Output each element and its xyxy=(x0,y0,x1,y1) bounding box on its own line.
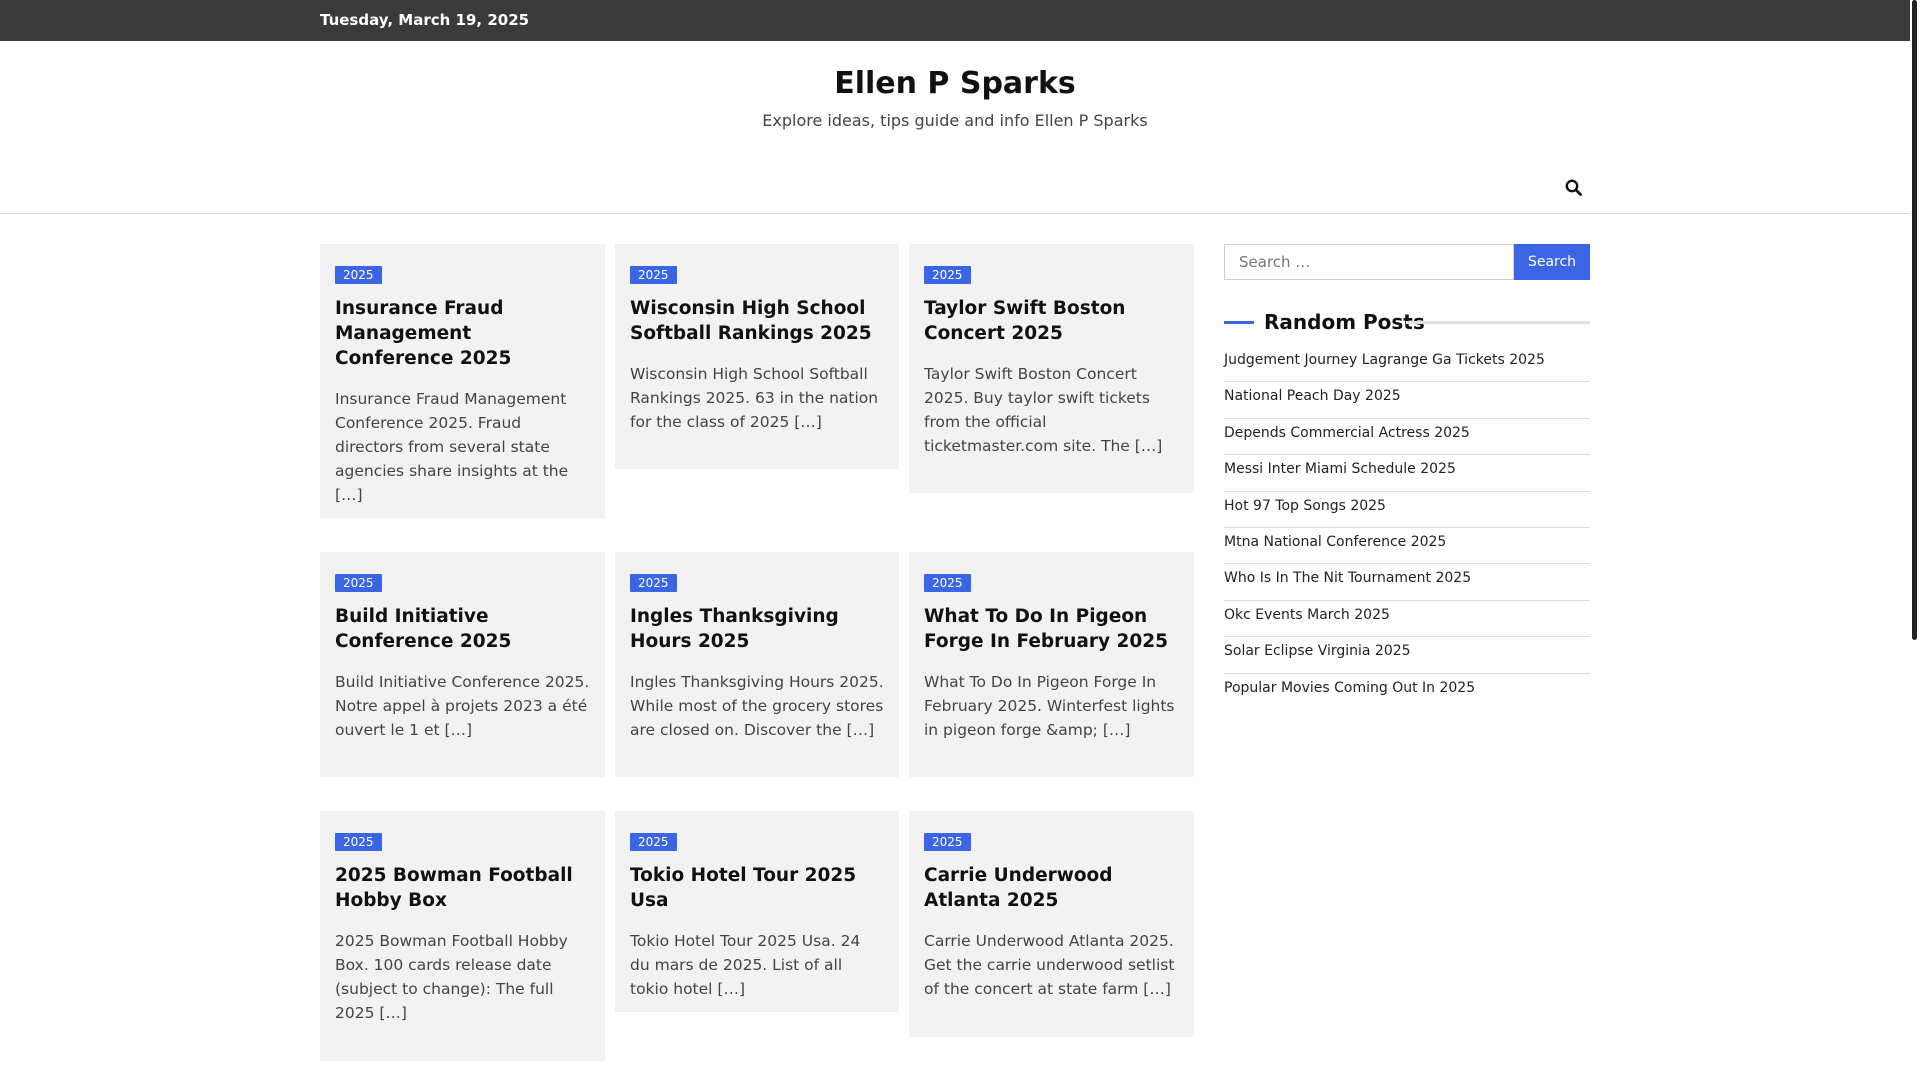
post-title[interactable]: 2025 Bowman Football Hobby Box xyxy=(335,863,590,913)
category-badge[interactable]: 2025 xyxy=(924,574,971,592)
category-badge[interactable]: 2025 xyxy=(924,833,971,851)
post-title[interactable]: Carrie Underwood Atlanta 2025 xyxy=(924,863,1179,913)
site-tagline: Explore ideas, tips guide and info Ellen… xyxy=(762,111,1148,130)
post-title[interactable]: Ingles Thanksgiving Hours 2025 xyxy=(630,604,884,654)
post-title[interactable]: Build Initiative Conference 2025 xyxy=(335,604,590,654)
post-title[interactable]: What To Do In Pigeon Forge In February 2… xyxy=(924,604,1179,654)
post-card[interactable]: 2025 Carrie Underwood Atlanta 2025 Carri… xyxy=(909,811,1194,1037)
random-post-link[interactable]: Popular Movies Coming Out In 2025 xyxy=(1224,674,1590,710)
post-excerpt: Taylor Swift Boston Concert 2025. Buy ta… xyxy=(924,365,1163,455)
random-post-link[interactable]: Okc Events March 2025 xyxy=(1224,601,1590,638)
top-bar: Tuesday, March 19, 2025 xyxy=(0,0,1910,41)
random-post-link[interactable]: Judgement Journey Lagrange Ga Tickets 20… xyxy=(1224,346,1590,383)
post-title[interactable]: Taylor Swift Boston Concert 2025 xyxy=(924,296,1179,346)
random-post-link[interactable]: Messi Inter Miami Schedule 2025 xyxy=(1224,455,1590,492)
post-excerpt: Ingles Thanksgiving Hours 2025. While mo… xyxy=(630,673,884,739)
random-post-link[interactable]: Depends Commercial Actress 2025 xyxy=(1224,419,1590,456)
post-excerpt: What To Do In Pigeon Forge In February 2… xyxy=(924,673,1175,739)
category-badge[interactable]: 2025 xyxy=(335,833,382,851)
scrollbar-thumb[interactable] xyxy=(1912,0,1917,640)
random-post-link[interactable]: Solar Eclipse Virginia 2025 xyxy=(1224,637,1590,674)
random-post-link[interactable]: Hot 97 Top Songs 2025 xyxy=(1224,492,1590,528)
category-badge[interactable]: 2025 xyxy=(630,574,677,592)
post-card[interactable]: 2025 What To Do In Pigeon Forge In Febru… xyxy=(909,552,1194,777)
post-excerpt: 2025 Bowman Football Hobby Box. 100 card… xyxy=(335,932,568,1022)
post-card[interactable]: 2025 Insurance Fraud Management Conferen… xyxy=(320,244,605,518)
post-card[interactable]: 2025 Wisconsin High School Softball Rank… xyxy=(615,244,899,469)
category-badge[interactable]: 2025 xyxy=(630,266,677,284)
search-icon[interactable] xyxy=(1564,178,1584,198)
post-excerpt: Tokio Hotel Tour 2025 Usa. 24 du mars de… xyxy=(630,932,861,998)
search-input[interactable] xyxy=(1224,244,1514,280)
category-badge[interactable]: 2025 xyxy=(335,266,382,284)
random-post-link[interactable]: National Peach Day 2025 xyxy=(1224,382,1590,419)
post-card[interactable]: 2025 Build Initiative Conference 2025 Bu… xyxy=(320,552,605,777)
post-card[interactable]: 2025 Ingles Thanksgiving Hours 2025 Ingl… xyxy=(615,552,899,777)
category-badge[interactable]: 2025 xyxy=(630,833,677,851)
page-scrollbar[interactable] xyxy=(1910,0,1920,1080)
heading-divider-line xyxy=(1406,321,1590,324)
category-badge[interactable]: 2025 xyxy=(924,266,971,284)
post-card[interactable]: 2025 Tokio Hotel Tour 2025 Usa Tokio Hot… xyxy=(615,811,899,1012)
post-card[interactable]: 2025 Taylor Swift Boston Concert 2025 Ta… xyxy=(909,244,1194,493)
random-posts-list: Judgement Journey Lagrange Ga Tickets 20… xyxy=(1224,346,1590,710)
post-excerpt: Wisconsin High School Softball Rankings … xyxy=(630,365,879,431)
nav-divider xyxy=(0,213,1910,214)
random-post-link[interactable]: Who Is In The Nit Tournament 2025 xyxy=(1224,564,1590,601)
category-badge[interactable]: 2025 xyxy=(335,574,382,592)
post-card[interactable]: 2025 2025 Bowman Football Hobby Box 2025… xyxy=(320,811,605,1061)
post-title[interactable]: Insurance Fraud Management Conference 20… xyxy=(335,296,590,371)
widget-title: Random Posts xyxy=(1264,310,1425,334)
site-title[interactable]: Ellen P Sparks xyxy=(0,66,1910,101)
random-posts-heading: Random Posts xyxy=(1224,308,1590,338)
search-button[interactable]: Search xyxy=(1514,244,1590,280)
post-excerpt: Insurance Fraud Management Conference 20… xyxy=(335,390,569,504)
heading-accent-line xyxy=(1224,321,1254,324)
post-title[interactable]: Tokio Hotel Tour 2025 Usa xyxy=(630,863,884,913)
sidebar-search: Search xyxy=(1224,244,1590,280)
post-excerpt: Build Initiative Conference 2025. Notre … xyxy=(335,673,590,739)
post-title[interactable]: Wisconsin High School Softball Rankings … xyxy=(630,296,884,346)
current-date: Tuesday, March 19, 2025 xyxy=(320,11,530,29)
random-post-link[interactable]: Mtna National Conference 2025 xyxy=(1224,528,1590,565)
post-excerpt: Carrie Underwood Atlanta 2025. Get the c… xyxy=(924,932,1175,998)
